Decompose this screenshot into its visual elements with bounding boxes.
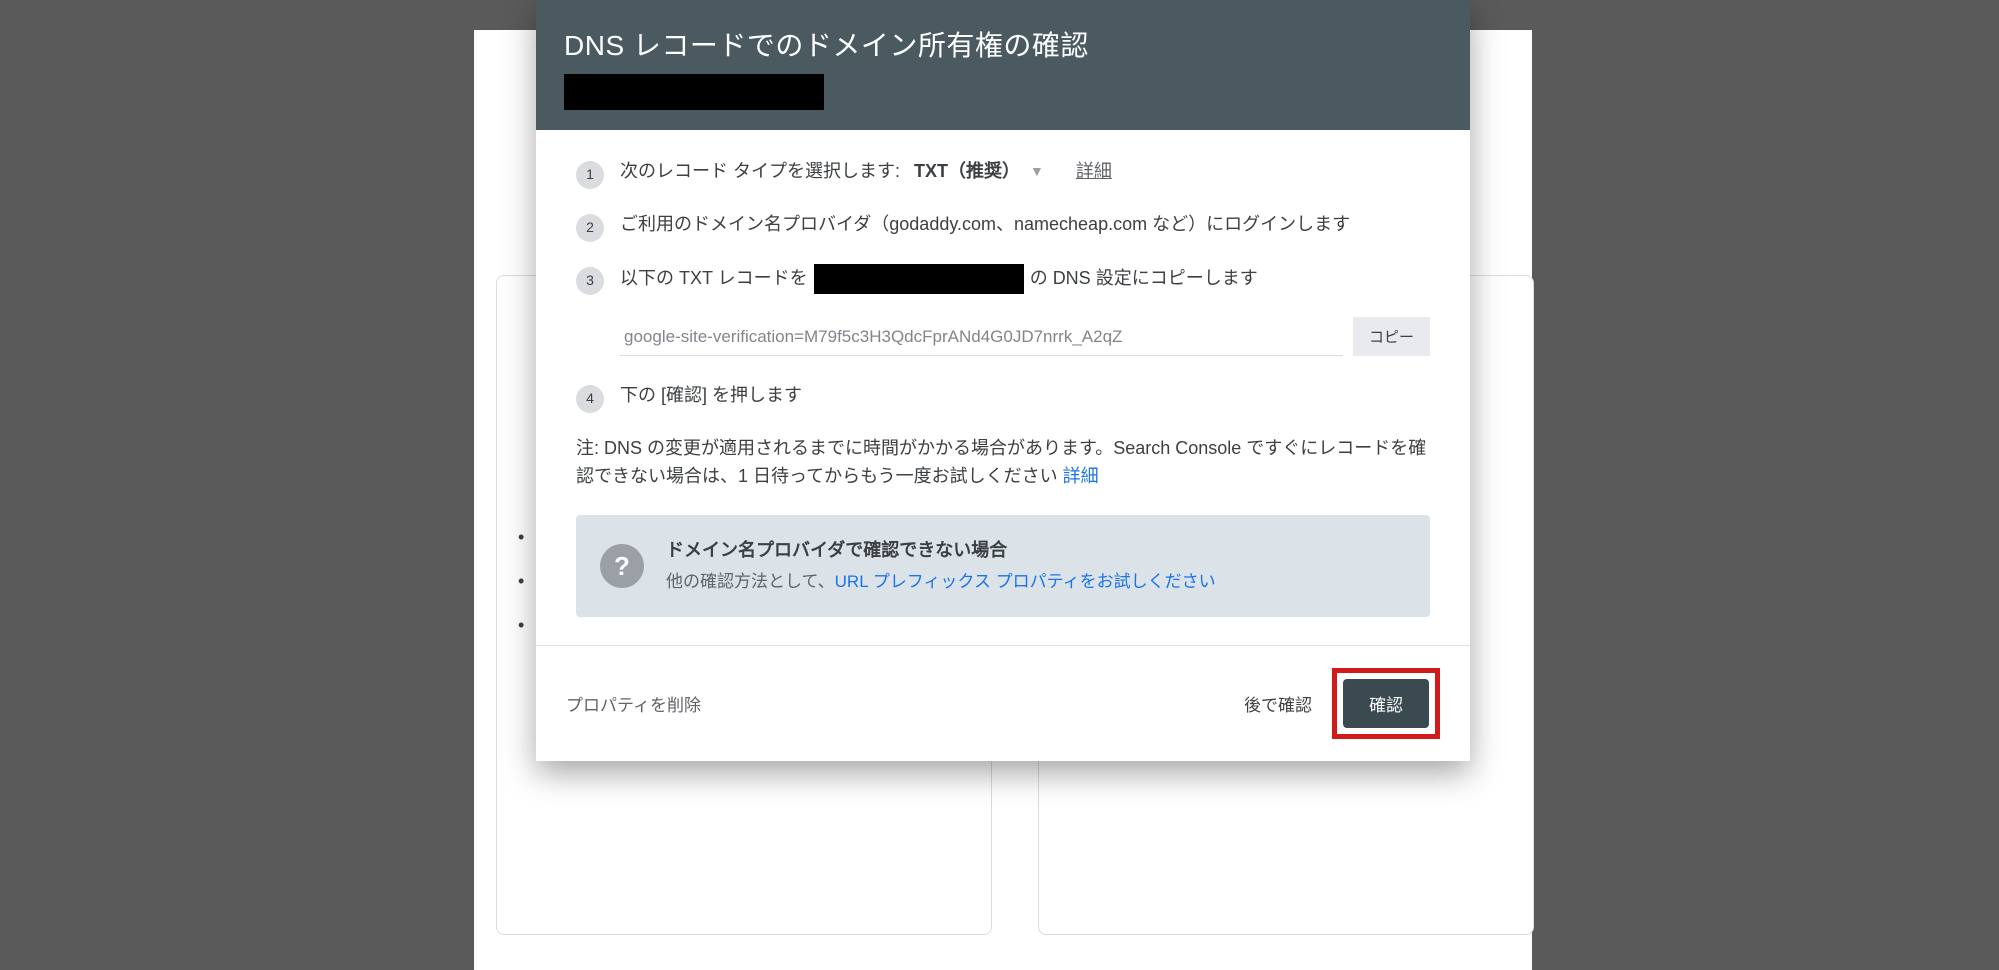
url-prefix-link[interactable]: URL プレフィックス プロパティをお試しください	[835, 572, 1216, 591]
step-3-badge: 3	[576, 267, 604, 295]
step-1-details-link[interactable]: 詳細	[1076, 158, 1112, 186]
help-icon: ?	[600, 544, 644, 588]
step-4-badge: 4	[576, 385, 604, 413]
step-1: 1 次のレコード タイプを選択します: TXT（推奨） ▼ 詳細	[576, 158, 1430, 189]
txt-record-row: コピー	[620, 317, 1430, 356]
step-1-badge: 1	[576, 161, 604, 189]
chevron-down-icon: ▼	[1030, 161, 1044, 183]
help-panel: ? ドメイン名プロバイダで確認できない場合 他の確認方法として、URL プレフィ…	[576, 515, 1430, 617]
dns-note: 注: DNS の変更が適用されるまでに時間がかかる場合があります。Search …	[576, 435, 1430, 491]
dialog-header: DNS レコードでのドメイン所有権の確認	[536, 0, 1470, 130]
redacted-domain	[564, 74, 824, 110]
dialog-footer: プロパティを削除 後で確認 確認	[536, 645, 1470, 761]
dialog-body: 1 次のレコード タイプを選択します: TXT（推奨） ▼ 詳細 2 ご利用のド…	[536, 130, 1470, 645]
step-3-suffix: の DNS 設定にコピーします	[1030, 265, 1258, 293]
backdrop-bullets: •••	[518, 515, 524, 647]
copy-button[interactable]: コピー	[1353, 317, 1430, 356]
later-button[interactable]: 後で確認	[1244, 691, 1312, 716]
confirm-highlight: 確認	[1332, 668, 1440, 739]
step-2-text: ご利用のドメイン名プロバイダ（godaddy.com、namecheap.com…	[620, 211, 1430, 239]
record-type-select[interactable]: TXT（推奨） ▼	[914, 158, 1044, 186]
confirm-button[interactable]: 確認	[1343, 679, 1429, 728]
dns-note-details-link[interactable]: 詳細	[1063, 466, 1099, 486]
help-title: ドメイン名プロバイダで確認できない場合	[666, 537, 1216, 565]
step-4: 4 下の [確認] を押します	[576, 382, 1430, 413]
step-2-badge: 2	[576, 214, 604, 242]
delete-property-link[interactable]: プロパティを削除	[566, 691, 701, 716]
step-1-label: 次のレコード タイプを選択します:	[620, 158, 900, 186]
step-3: 3 以下の TXT レコードを の DNS 設定にコピーします	[576, 264, 1430, 295]
step-4-text: 下の [確認] を押します	[620, 382, 1430, 410]
step-2: 2 ご利用のドメイン名プロバイダ（godaddy.com、namecheap.c…	[576, 211, 1430, 242]
help-subtext: 他の確認方法として、URL プレフィックス プロパティをお試しください	[666, 569, 1216, 595]
txt-record-input[interactable]	[620, 317, 1343, 356]
dns-verify-dialog: DNS レコードでのドメイン所有権の確認 1 次のレコード タイプを選択します:…	[536, 0, 1470, 761]
dns-note-text: 注: DNS の変更が適用されるまでに時間がかかる場合があります。Search …	[576, 438, 1426, 486]
record-type-value: TXT（推奨）	[914, 158, 1020, 186]
dialog-title: DNS レコードでのドメイン所有権の確認	[564, 24, 1442, 64]
redacted-domain-inline	[814, 264, 1024, 294]
step-3-prefix: 以下の TXT レコードを	[620, 265, 808, 293]
